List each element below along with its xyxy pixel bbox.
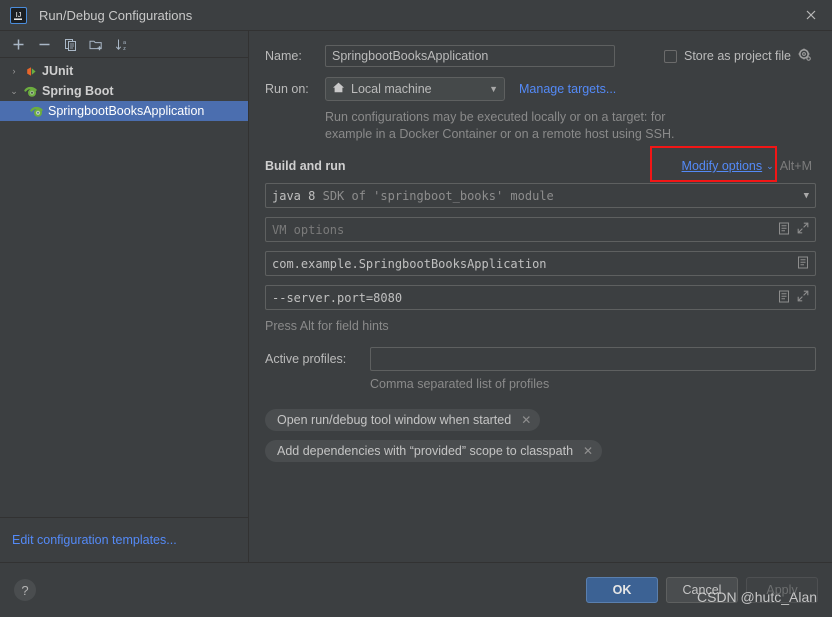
store-as-project-file-checkbox[interactable]: [664, 49, 677, 63]
program-arguments-field-icons: [770, 290, 809, 306]
chevron-down-icon[interactable]: ⌄: [6, 86, 22, 97]
chip-close-icon[interactable]: ✕: [583, 444, 593, 458]
spring-boot-icon: [22, 85, 40, 98]
tree-item-label: Spring Boot: [42, 84, 114, 98]
main-class-value: com.example.SpringbootBooksApplication: [272, 256, 547, 271]
main-class-input[interactable]: com.example.SpringbootBooksApplication: [265, 251, 816, 276]
configurations-tree: › JUnit ⌄ Spring Boot SpringbootBooksApp…: [0, 58, 248, 517]
tree-item-junit[interactable]: › JUnit: [0, 61, 248, 81]
dialog-button-bar: ? OK Cancel Apply: [0, 562, 832, 617]
active-profiles-label: Active profiles:: [265, 352, 347, 366]
expand-editor-icon[interactable]: [797, 290, 809, 305]
edit-configuration-templates-link[interactable]: Edit configuration templates...: [12, 533, 177, 547]
apply-button: Apply: [746, 577, 818, 603]
field-hints-text: Press Alt for field hints: [265, 319, 389, 333]
run-on-hint: Run configurations may be executed local…: [325, 109, 816, 143]
manage-targets-link[interactable]: Manage targets...: [519, 82, 616, 96]
add-configuration-button[interactable]: [6, 33, 30, 55]
title-bar: IJ Run/Debug Configurations: [0, 0, 832, 30]
svg-text:IJ: IJ: [16, 12, 21, 19]
copy-configuration-icon[interactable]: [58, 33, 82, 55]
run-on-row: Run on: Local machine ▼ Manage targets..…: [265, 77, 816, 101]
svg-text:z: z: [123, 46, 126, 51]
vm-options-field-icons: [770, 222, 809, 238]
chip-label: Add dependencies with “provided” scope t…: [277, 444, 574, 458]
configuration-form: Name: SpringbootBooksApplication Store a…: [249, 31, 832, 562]
expand-editor-icon[interactable]: [797, 222, 809, 237]
modify-options-link[interactable]: Modify options: [682, 159, 763, 173]
active-profiles-row: Active profiles:: [265, 347, 816, 371]
jre-sdk-dropdown[interactable]: java 8 SDK of 'springboot_books' module …: [265, 183, 816, 208]
macro-list-icon[interactable]: [778, 222, 790, 238]
program-arguments-input[interactable]: --server.port=8080: [265, 285, 816, 310]
chip-close-icon[interactable]: ✕: [521, 413, 531, 427]
name-input[interactable]: SpringbootBooksApplication: [325, 45, 615, 67]
sdk-version: java 8: [272, 188, 316, 203]
macro-list-icon[interactable]: [797, 256, 809, 272]
chevron-down-icon[interactable]: ⌄: [766, 161, 774, 172]
chip-open-run-debug-tool-window[interactable]: Open run/debug tool window when started …: [265, 409, 541, 431]
active-profiles-hint: Comma separated list of profiles: [370, 377, 550, 391]
macro-list-icon[interactable]: [778, 290, 790, 306]
name-label: Name:: [265, 49, 302, 63]
sdk-description: SDK of 'springboot_books' module: [322, 188, 554, 203]
main-class-field-icons: [789, 256, 809, 272]
intellij-idea-logo-icon: IJ: [10, 6, 27, 24]
run-debug-configurations-dialog: IJ Run/Debug Configurations a z › JUnit …: [0, 0, 832, 617]
store-as-project-file-group[interactable]: Store as project file: [664, 48, 816, 64]
help-button[interactable]: ?: [14, 579, 36, 601]
dialog-actions: OK Cancel Apply: [586, 577, 818, 603]
ok-button[interactable]: OK: [586, 577, 658, 603]
run-on-dropdown[interactable]: Local machine ▼: [325, 77, 505, 101]
run-on-hint-line-1: Run configurations may be executed local…: [325, 110, 666, 124]
vm-options-placeholder: VM options: [272, 222, 345, 237]
tree-item-spring-boot[interactable]: ⌄ Spring Boot: [0, 81, 248, 101]
build-and-run-title: Build and run: [265, 159, 346, 173]
configurations-toolbar: a z: [0, 31, 248, 58]
run-on-label: Run on:: [265, 82, 309, 96]
home-icon: [332, 81, 345, 97]
chevron-down-icon[interactable]: ▼: [804, 191, 809, 201]
spring-boot-icon: [28, 105, 46, 118]
run-on-hint-line-2: example in a Docker Container or on a re…: [325, 127, 675, 141]
run-on-value: Local machine: [351, 82, 432, 96]
chip-label: Open run/debug tool window when started: [277, 413, 512, 427]
name-row: Name: SpringbootBooksApplication Store a…: [265, 45, 816, 67]
remove-configuration-button[interactable]: [32, 33, 56, 55]
vm-options-input[interactable]: VM options: [265, 217, 816, 242]
edit-templates-footer: Edit configuration templates...: [0, 517, 248, 562]
new-folder-icon[interactable]: [84, 33, 108, 55]
cancel-button[interactable]: Cancel: [666, 577, 738, 603]
tree-item-label: SpringbootBooksApplication: [48, 104, 205, 118]
gear-icon[interactable]: [798, 48, 811, 64]
tree-item-label: JUnit: [42, 64, 74, 78]
store-as-project-file-label: Store as project file: [684, 49, 791, 63]
build-and-run-header: Build and run Modify options ⌄ Alt+M: [265, 146, 816, 182]
chevron-down-icon[interactable]: ▼: [489, 84, 498, 94]
modify-options-shortcut: Alt+M: [779, 159, 812, 173]
junit-icon: [22, 65, 40, 78]
sort-alpha-icon[interactable]: a z: [110, 33, 134, 55]
close-icon[interactable]: [790, 0, 832, 30]
configurations-panel: a z › JUnit ⌄ Spring Boot SpringbootBook…: [0, 31, 249, 562]
modify-options-group[interactable]: Modify options ⌄ Alt+M: [682, 159, 816, 173]
option-chips: Open run/debug tool window when started …: [265, 409, 816, 471]
chevron-right-icon[interactable]: ›: [6, 66, 22, 76]
chip-add-provided-dependencies[interactable]: Add dependencies with “provided” scope t…: [265, 440, 603, 462]
dialog-title: Run/Debug Configurations: [39, 7, 193, 23]
dialog-body: a z › JUnit ⌄ Spring Boot SpringbootBook…: [0, 30, 832, 562]
program-arguments-value: --server.port=8080: [272, 290, 403, 305]
sdk-value: java 8 SDK of 'springboot_books' module: [272, 189, 554, 203]
active-profiles-input[interactable]: [370, 347, 816, 371]
tree-item-springbootbooksapplication[interactable]: SpringbootBooksApplication: [0, 101, 248, 121]
